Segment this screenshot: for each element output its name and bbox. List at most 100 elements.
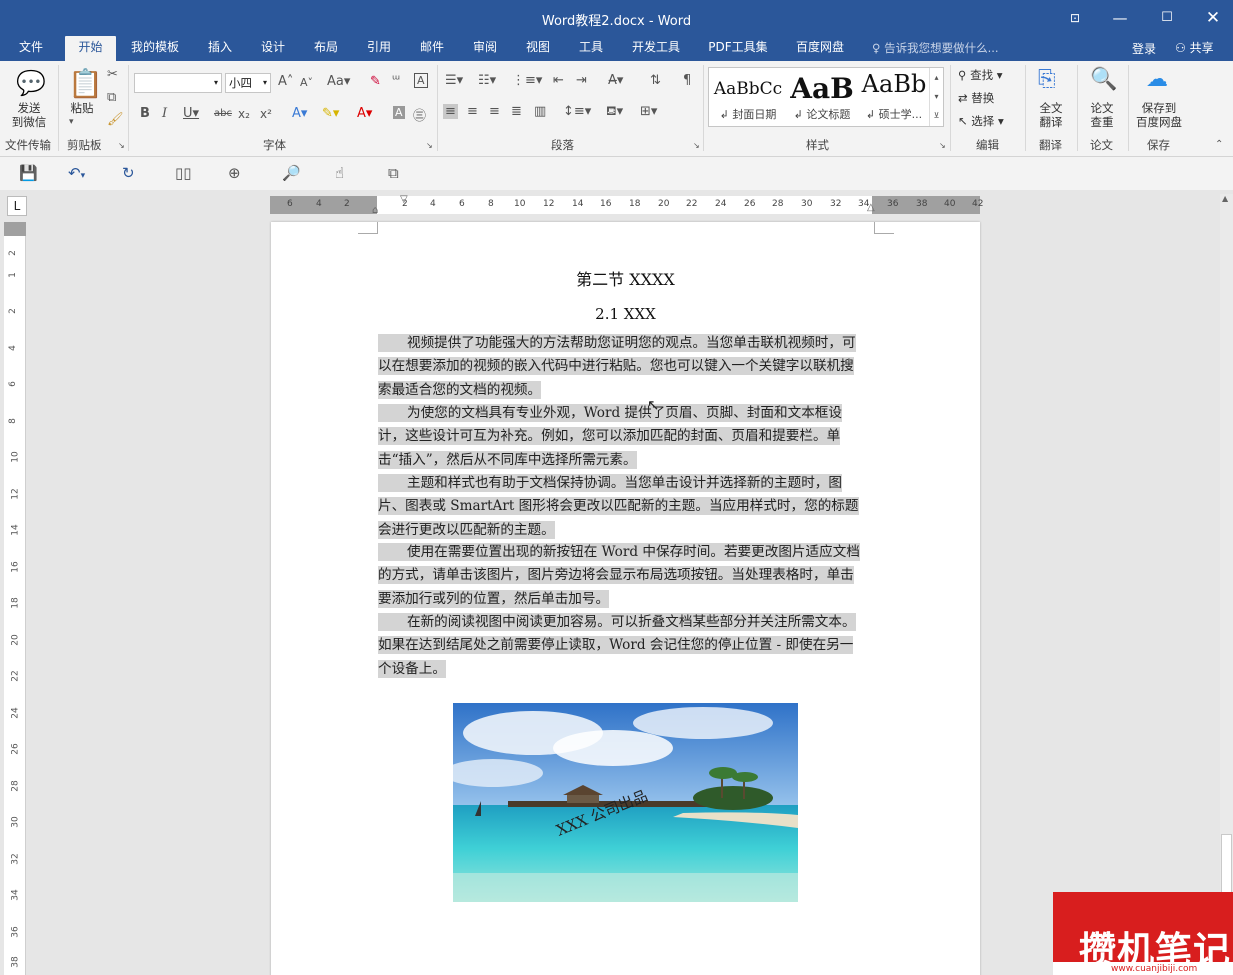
tab-references[interactable]: 引用 xyxy=(359,36,399,61)
select-button[interactable]: ↖ 选择 ▾ xyxy=(958,114,1004,128)
wechat-send-icon[interactable]: 💬 xyxy=(16,69,46,97)
translate-icon[interactable]: ⎘ xyxy=(1038,67,1056,92)
paste-dropdown-icon[interactable]: ▾ xyxy=(69,117,74,127)
justify-icon[interactable]: ≣ xyxy=(511,104,522,119)
horizontal-ruler[interactable]: 6 4 2 2 4 6 8 10 12 14 16 18 20 22 24 26… xyxy=(270,194,983,216)
share-button[interactable]: ⚇ 共享 xyxy=(1175,39,1214,56)
strikethrough-icon[interactable]: abc xyxy=(214,108,232,119)
tab-selector[interactable]: L xyxy=(7,196,27,216)
paragraph-1[interactable]: 视频提供了功能强大的方法帮助您证明您的观点。当您单击联机视频时，可以在想要添加的… xyxy=(378,332,866,402)
text-effects-icon[interactable]: A▾ xyxy=(292,106,307,121)
enclose-characters-icon[interactable]: ㊂ xyxy=(413,105,426,124)
numbering-icon[interactable]: ☷▾ xyxy=(478,73,496,88)
save-icon[interactable]: 💾 xyxy=(19,164,38,182)
gallery-scroll[interactable]: ▴ ▾ ⊻ xyxy=(929,68,943,126)
align-center-icon[interactable]: ≡ xyxy=(467,104,478,119)
paper-check-icon[interactable]: 🔍 xyxy=(1090,67,1117,92)
subscript-icon[interactable]: x₂ xyxy=(238,107,250,121)
decrease-indent-icon[interactable]: ⇤ xyxy=(553,73,564,88)
find-button[interactable]: ⚲ 查找 ▾ xyxy=(958,68,1003,82)
sort-icon[interactable]: ⇅ xyxy=(650,73,661,88)
tab-home[interactable]: 开始 xyxy=(65,36,116,61)
dialog-launcher-icon[interactable]: ↘ xyxy=(693,141,700,150)
tab-file[interactable]: 文件 xyxy=(10,36,52,61)
undo-icon[interactable]: ↶▾ xyxy=(68,164,85,182)
left-indent-marker[interactable]: ⌂ xyxy=(372,205,378,216)
web-layout-icon[interactable]: ⊕ xyxy=(228,164,241,182)
tab-mailings[interactable]: 邮件 xyxy=(412,36,452,61)
italic-icon[interactable]: I xyxy=(162,106,167,121)
redo-icon[interactable]: ↻ xyxy=(122,164,135,182)
format-painter-icon[interactable]: 🖌 xyxy=(107,112,124,127)
login-link[interactable]: 登录 xyxy=(1132,40,1156,57)
clear-formatting-icon[interactable]: ✎ xyxy=(370,74,381,89)
replace-button[interactable]: ⇄ 替换 xyxy=(958,91,994,105)
heading-section[interactable]: 第二节 XXXX xyxy=(271,266,980,290)
line-spacing-icon[interactable]: ↕≡▾ xyxy=(563,104,591,119)
inserted-picture[interactable]: XXX 公司出品 xyxy=(453,703,798,902)
scrollbar-thumb[interactable] xyxy=(1221,834,1232,894)
tab-baidu-netdisk[interactable]: 百度网盘 xyxy=(789,36,851,61)
save-to-baidu-button[interactable]: 保存到 百度网盘 xyxy=(1131,101,1187,129)
align-left-icon[interactable]: ≡ xyxy=(443,104,458,119)
tab-design[interactable]: 设计 xyxy=(253,36,293,61)
style-paper-title[interactable]: AaB ↲ 论文标题 xyxy=(785,68,859,126)
align-right-icon[interactable]: ≡ xyxy=(489,104,500,119)
print-preview-icon[interactable]: 🔎 xyxy=(282,164,301,182)
tab-layout[interactable]: 布局 xyxy=(306,36,346,61)
tab-review[interactable]: 审阅 xyxy=(465,36,505,61)
tab-developer[interactable]: 开发工具 xyxy=(626,36,686,61)
paragraph-4[interactable]: 使用在需要位置出现的新按钮在 Word 中保存时间。若要更改图片适应文档的方式，… xyxy=(378,541,866,611)
maximize-icon[interactable]: ☐ xyxy=(1153,6,1181,30)
style-cover-date[interactable]: AaBbCc ↲ 封面日期 xyxy=(711,68,785,126)
paragraph-5[interactable]: 在新的阅读视图中阅读更加容易。可以折叠文档某些部分并关注所需文本。如果在达到结尾… xyxy=(378,611,866,681)
tab-pdf-tools[interactable]: PDF工具集 xyxy=(703,36,773,61)
scroll-up-icon[interactable]: ▲ xyxy=(1222,194,1228,203)
font-color-icon[interactable]: A▾ xyxy=(357,106,372,121)
shading-icon[interactable]: ⛾▾ xyxy=(606,104,623,121)
highlight-icon[interactable]: ✎▾ xyxy=(322,106,339,121)
tab-tools[interactable]: 工具 xyxy=(571,36,611,61)
right-indent-marker[interactable]: △ xyxy=(867,202,875,213)
distributed-icon[interactable]: ▥ xyxy=(534,104,546,119)
character-shading-icon[interactable]: A xyxy=(393,106,405,119)
chinese-layout-icon[interactable]: A̶▾ xyxy=(608,73,623,88)
paper-check-button[interactable]: 论文 查重 xyxy=(1081,101,1123,129)
paste-button[interactable]: 粘贴 xyxy=(64,101,100,115)
change-case-icon[interactable]: Aa▾ xyxy=(327,74,350,89)
bullets-icon[interactable]: ☰▾ xyxy=(445,73,463,88)
font-size-combo[interactable]: 小四 ▾ xyxy=(225,73,271,93)
underline-icon[interactable]: U▾ xyxy=(183,106,199,121)
shrink-font-icon[interactable]: A˅ xyxy=(300,76,313,89)
close-icon[interactable]: ✕ xyxy=(1199,6,1227,30)
ribbon-display-options-icon[interactable]: ⊡ xyxy=(1061,6,1089,30)
copy-icon[interactable]: ⧉ xyxy=(107,90,116,105)
vertical-scrollbar[interactable]: ▲ xyxy=(1220,194,1233,975)
document-page[interactable]: 第二节 XXXX 2.1 XXX 视频提供了功能强大的方法帮助您证明您的观点。当… xyxy=(271,222,980,975)
increase-indent-icon[interactable]: ⇥ xyxy=(576,73,587,88)
touch-mode-icon[interactable]: ☝ xyxy=(335,164,344,182)
full-text-translate-button[interactable]: 全文 翻译 xyxy=(1030,101,1072,129)
font-name-combo[interactable]: ▾ xyxy=(134,73,222,93)
borders-icon[interactable]: ⊞▾ xyxy=(640,104,657,119)
dialog-launcher-icon[interactable]: ↘ xyxy=(939,141,946,150)
dialog-launcher-icon[interactable]: ↘ xyxy=(426,141,433,150)
paragraph-3[interactable]: 主题和样式也有助于文档保持协调。当您单击设计并选择新的主题时，图片、图表或 Sm… xyxy=(378,472,866,542)
phonetic-guide-icon[interactable]: ᵚ xyxy=(392,73,400,88)
tab-insert[interactable]: 插入 xyxy=(200,36,240,61)
dialog-launcher-icon[interactable]: ↘ xyxy=(118,141,125,150)
paste-icon[interactable]: 📋 xyxy=(68,67,103,100)
grow-font-icon[interactable]: A˄ xyxy=(278,74,293,89)
tell-me-search[interactable]: ♀ 告诉我您想要做什么... xyxy=(872,40,999,56)
minimize-icon[interactable]: — xyxy=(1106,6,1134,30)
superscript-icon[interactable]: x² xyxy=(260,107,272,121)
character-border-icon[interactable]: A xyxy=(414,73,428,88)
style-master-thesis[interactable]: AaBb ↲ 硕士学... xyxy=(857,68,931,126)
multilevel-list-icon[interactable]: ⋮≡▾ xyxy=(512,73,542,88)
collapse-ribbon-icon[interactable]: ⌃ xyxy=(1215,139,1223,150)
heading-subsection[interactable]: 2.1 XXX xyxy=(271,305,980,323)
tab-view[interactable]: 视图 xyxy=(518,36,558,61)
customize-icon[interactable]: ⧉ xyxy=(388,164,399,182)
send-to-wechat-button[interactable]: 发送 到微信 xyxy=(4,101,54,129)
paragraph-2[interactable]: 为使您的文档具有专业外观，Word 提供了页眉、页脚、封面和文本框设计，这些设计… xyxy=(378,402,866,472)
